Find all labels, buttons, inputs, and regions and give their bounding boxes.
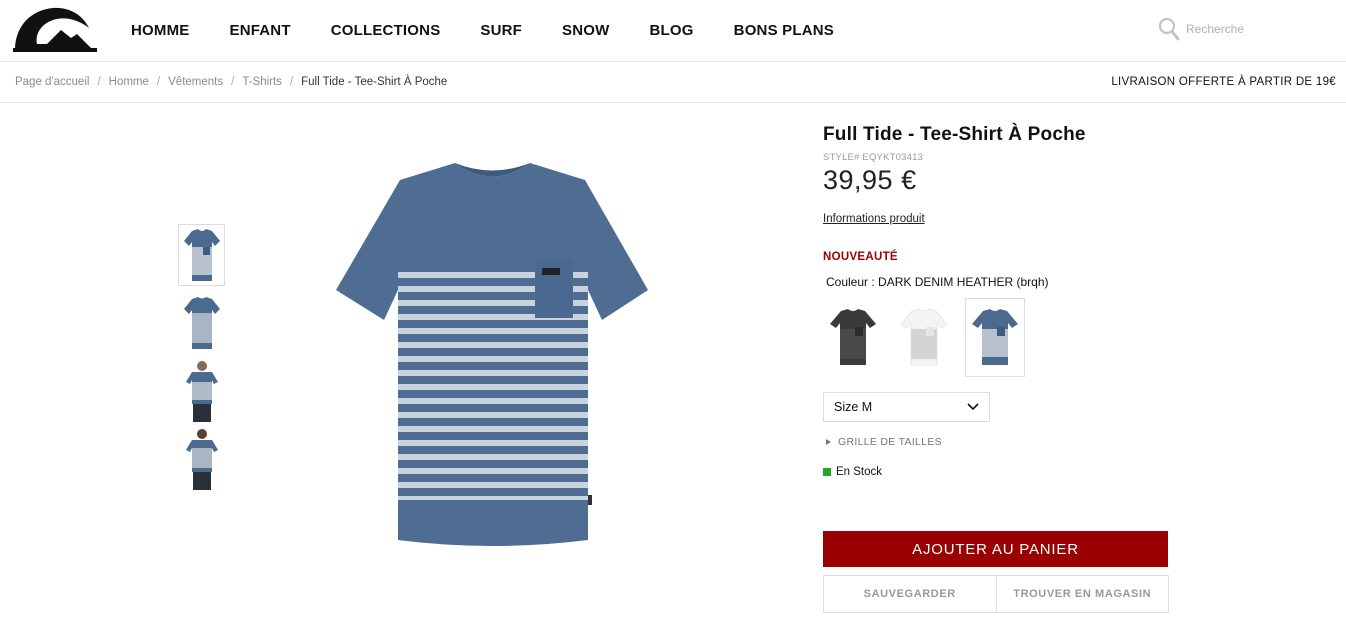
- breadcrumb-home[interactable]: Page d'accueil: [15, 76, 89, 88]
- breadcrumb-current: Full Tide - Tee-Shirt À Poche: [301, 76, 448, 88]
- stock-label: En Stock: [836, 466, 883, 478]
- swatch-dark-denim[interactable]: [965, 298, 1025, 377]
- add-to-cart-button[interactable]: AJOUTER AU PANIER: [823, 531, 1168, 567]
- search-icon[interactable]: [1158, 17, 1180, 41]
- shipping-notice: LIVRAISON OFFERTE À PARTIR DE 19€: [1111, 76, 1336, 88]
- search-input[interactable]: [1186, 22, 1336, 36]
- swatch-white[interactable]: [894, 298, 954, 377]
- breadcrumb-separator: /: [156, 76, 161, 88]
- size-dropdown[interactable]: Size M: [823, 392, 990, 422]
- size-chart-toggle[interactable]: GRILLE DE TAILLES: [826, 436, 1173, 448]
- search-box: [1158, 16, 1336, 42]
- swatch-black[interactable]: [823, 298, 883, 377]
- product-thumbnails: [178, 224, 226, 496]
- breadcrumb: Page d'accueil / Homme / Vêtements / T-S…: [15, 76, 447, 88]
- color-label: Couleur : DARK DENIM HEATHER (brqh): [826, 275, 1049, 289]
- size-chart-label: GRILLE DE TAILLES: [838, 436, 942, 448]
- main-nav: HOMME ENFANT COLLECTIONS SURF SNOW BLOG …: [131, 0, 874, 60]
- find-in-store-button[interactable]: TROUVER EN MAGASIN: [995, 576, 1168, 612]
- breadcrumb-separator: /: [231, 76, 235, 88]
- stock-status: En Stock: [823, 466, 1173, 478]
- product-info-link[interactable]: Informations produit: [823, 213, 925, 225]
- breadcrumb-vetements[interactable]: Vêtements: [168, 76, 223, 88]
- nav-collections[interactable]: COLLECTIONS: [331, 22, 441, 39]
- product-title: Full Tide - Tee-Shirt À Poche: [823, 124, 1086, 145]
- thumbnail-model-front[interactable]: [178, 360, 225, 422]
- breadcrumb-bar: Page d'accueil / Homme / Vêtements / T-S…: [0, 62, 1346, 103]
- breadcrumb-separator: /: [289, 76, 294, 88]
- chevron-down-icon: [967, 403, 979, 411]
- save-button[interactable]: SAUVEGARDER: [824, 576, 996, 612]
- color-swatches: [823, 298, 1173, 377]
- nav-homme[interactable]: HOMME: [131, 22, 190, 39]
- nav-enfant[interactable]: ENFANT: [230, 22, 291, 39]
- new-badge: NOUVEAUTÉ: [823, 251, 898, 263]
- thumbnail-front[interactable]: [178, 224, 225, 286]
- product-main-image: [336, 163, 648, 546]
- breadcrumb-homme[interactable]: Homme: [109, 76, 149, 88]
- product-style-number: STYLE# EQYKT03413: [823, 152, 924, 163]
- nav-blog[interactable]: BLOG: [650, 22, 694, 39]
- in-stock-indicator-icon: [823, 468, 831, 476]
- quiksilver-logo[interactable]: [13, 6, 97, 52]
- breadcrumb-tshirts[interactable]: T-Shirts: [242, 76, 282, 88]
- triangle-right-icon: [826, 439, 831, 445]
- breadcrumb-separator: /: [97, 76, 101, 88]
- site-header: HOMME ENFANT COLLECTIONS SURF SNOW BLOG …: [0, 0, 1346, 62]
- size-selected-value: Size M: [834, 400, 873, 414]
- product-info: Full Tide - Tee-Shirt À Poche STYLE# EQY…: [823, 124, 1173, 478]
- thumbnail-model-back[interactable]: [178, 428, 225, 490]
- secondary-actions: SAUVEGARDER TROUVER EN MAGASIN: [823, 575, 1169, 613]
- thumbnail-back[interactable]: [178, 292, 225, 354]
- nav-surf[interactable]: SURF: [480, 22, 522, 39]
- nav-bons-plans[interactable]: BONS PLANS: [734, 22, 834, 39]
- nav-snow[interactable]: SNOW: [562, 22, 609, 39]
- product-price: 39,95 €: [823, 165, 917, 195]
